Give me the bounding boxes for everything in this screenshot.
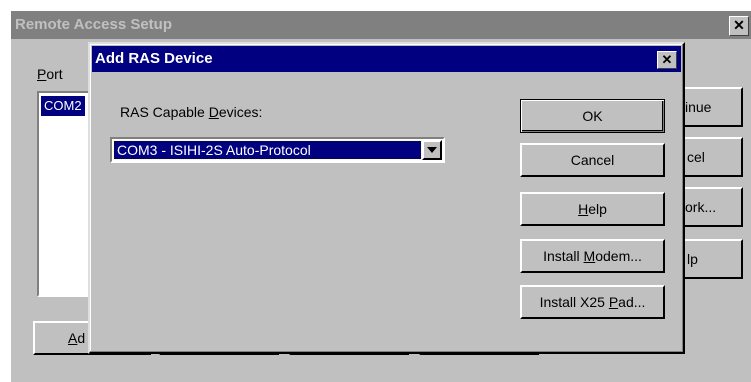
dialog-close-icon[interactable]: ✕: [657, 51, 677, 69]
background-window-title: Remote Access Setup: [15, 16, 173, 33]
add-ras-device-dialog: Add RAS Device ✕ RAS Capable Devices: CO…: [88, 42, 685, 354]
selected-device-value: COM3 - ISIHI-2S Auto-Protocol: [113, 140, 422, 160]
dialog-title: Add RAS Device: [95, 50, 213, 67]
background-close-icon[interactable]: ✕: [729, 16, 749, 36]
background-title-bar[interactable]: Remote Access Setup ✕: [11, 11, 751, 39]
cancel-button[interactable]: Cancel: [520, 143, 665, 177]
dialog-title-bar[interactable]: Add RAS Device ✕: [92, 46, 681, 72]
help-button[interactable]: Help: [520, 192, 665, 226]
ok-button[interactable]: OK: [520, 99, 665, 133]
port-label: Port: [37, 66, 63, 82]
install-modem-button[interactable]: Install Modem...: [520, 239, 665, 273]
install-x25-pad-button[interactable]: Install X25 Pad...: [520, 285, 665, 319]
port-list-item[interactable]: COM2: [41, 96, 85, 116]
dropdown-arrow-icon[interactable]: [422, 140, 442, 160]
ras-device-dropdown[interactable]: COM3 - ISIHI-2S Auto-Protocol: [110, 137, 445, 163]
ras-devices-label: RAS Capable Devices:: [120, 104, 263, 120]
